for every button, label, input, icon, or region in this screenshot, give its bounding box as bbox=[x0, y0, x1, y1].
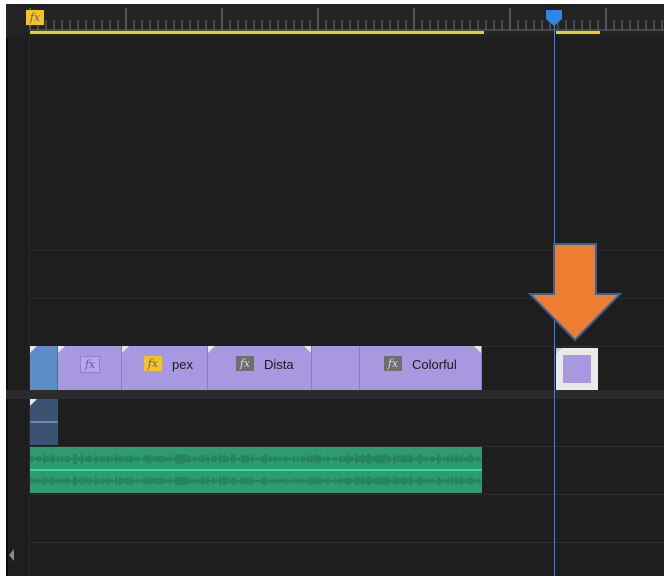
fx-badge-icon[interactable]: fx bbox=[80, 356, 100, 373]
fx-badge-icon[interactable]: fx bbox=[144, 356, 162, 371]
clip-label: pex bbox=[172, 357, 193, 372]
clip-start-marker bbox=[58, 346, 65, 353]
track-header-divider bbox=[29, 38, 30, 576]
audio-clip[interactable] bbox=[30, 447, 482, 493]
clip-label: Dista bbox=[264, 357, 294, 372]
track-group-separator bbox=[6, 390, 664, 399]
clip-start-marker bbox=[30, 346, 37, 353]
clip-label: Colorful bbox=[412, 357, 457, 372]
scroll-left-icon[interactable] bbox=[8, 547, 16, 563]
clip-start-marker bbox=[556, 348, 562, 354]
video-clip-spacer[interactable] bbox=[312, 346, 360, 390]
clip-start-marker bbox=[208, 346, 215, 353]
track-divider bbox=[30, 542, 664, 543]
fx-badge-icon[interactable]: fx bbox=[384, 356, 402, 371]
clip-start-marker bbox=[122, 346, 129, 353]
video-clip-3[interactable]: fx Dista bbox=[208, 346, 312, 390]
clip-start-marker bbox=[30, 399, 37, 406]
video-clip-1[interactable]: fx bbox=[58, 346, 122, 390]
video-clip-lower[interactable] bbox=[30, 399, 58, 445]
track-divider bbox=[30, 494, 664, 495]
work-area-gap bbox=[484, 31, 556, 34]
video-clip-blue[interactable] bbox=[30, 346, 58, 390]
transition-clip-fill bbox=[563, 355, 591, 383]
down-arrow-icon bbox=[528, 243, 622, 342]
video-clip-2[interactable]: fx pex bbox=[122, 346, 208, 390]
clip-end-marker bbox=[474, 346, 481, 353]
waveform-divider bbox=[30, 469, 482, 471]
fx-badge-icon[interactable]: fx bbox=[26, 10, 44, 25]
fx-badge-icon[interactable]: fx bbox=[236, 356, 254, 371]
clip-band bbox=[30, 421, 58, 423]
time-ruler[interactable] bbox=[6, 4, 664, 38]
timeline-panel: fx fx pex fx Dista fx Colorful fx bbox=[6, 4, 664, 576]
video-clip-4[interactable]: fx Colorful bbox=[360, 346, 482, 390]
clip-end-marker bbox=[304, 346, 311, 353]
playhead-icon[interactable] bbox=[544, 8, 564, 28]
transition-clip[interactable] bbox=[556, 348, 598, 390]
audio-waveform bbox=[30, 454, 482, 486]
